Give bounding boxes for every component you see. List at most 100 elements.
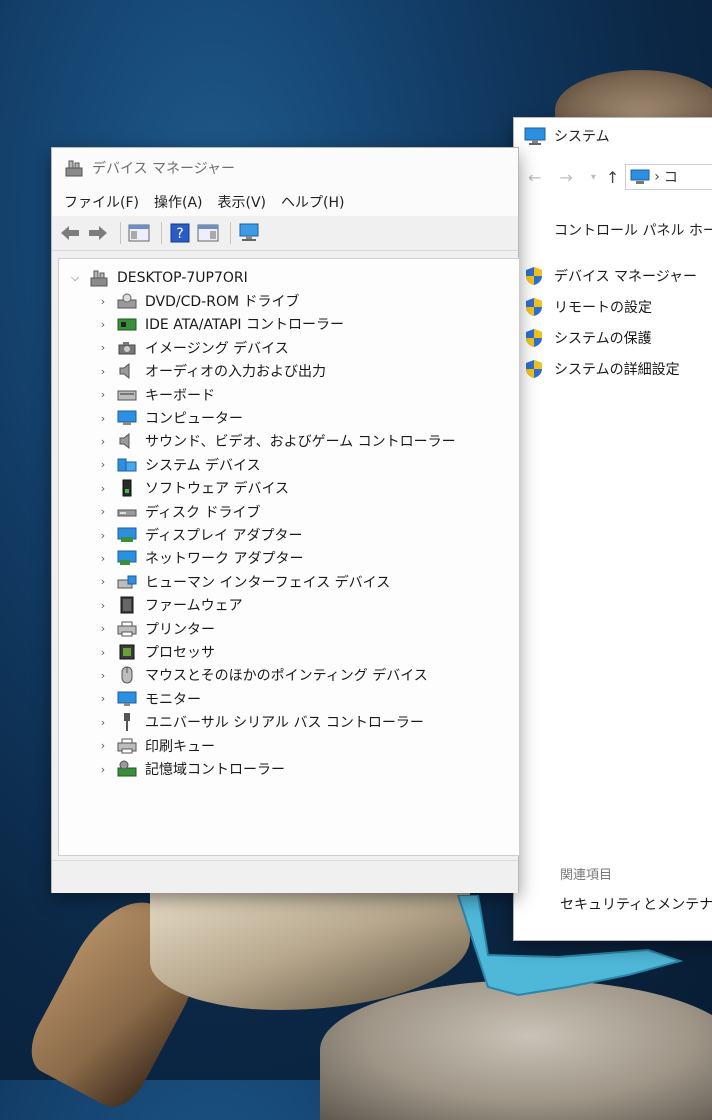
chevron-right-icon[interactable]: › xyxy=(97,758,109,780)
tree-node-category[interactable]: › ユニバーサル シリアル バス コントローラー xyxy=(97,711,424,733)
tree-node-category[interactable]: › ディスプレイ アダプター xyxy=(97,524,302,546)
category-label: キーボード xyxy=(145,387,215,404)
tree-node-category[interactable]: › キーボード xyxy=(97,384,215,406)
category-label: ディスプレイ アダプター xyxy=(145,528,303,544)
properties-button[interactable] xyxy=(196,221,220,245)
console-tree-icon xyxy=(128,224,150,242)
control-panel-home-link[interactable]: コントロール パネル ホーム xyxy=(554,220,712,240)
category-label: イメージング デバイス xyxy=(145,340,289,357)
chevron-right-icon[interactable]: › xyxy=(97,735,109,757)
chevron-right-icon[interactable]: › xyxy=(97,337,109,359)
scan-hardware-button[interactable] xyxy=(237,221,261,245)
forward-arrow-icon[interactable]: → xyxy=(559,168,572,187)
address-separator: › xyxy=(654,169,660,185)
tree-node-category[interactable]: › 記憶域コントローラー xyxy=(97,758,285,780)
chevron-right-icon[interactable]: › xyxy=(97,688,109,710)
storage-controller-icon xyxy=(117,760,137,778)
device-manager-window[interactable]: デバイス マネージャー ファイル(F) 操作(A) 表示(V) ヘルプ(H) ?… xyxy=(52,148,520,893)
tree-node-category[interactable]: › プロセッサ xyxy=(97,641,215,663)
menu-view[interactable]: 表示(V) xyxy=(214,192,278,212)
device-manager-titlebar[interactable]: デバイス マネージャー xyxy=(52,148,518,188)
mouse-icon xyxy=(117,666,137,684)
chevron-right-icon[interactable]: › xyxy=(97,618,109,640)
show-hide-console-button[interactable] xyxy=(127,221,151,245)
toolbar-separator xyxy=(120,222,121,244)
chevron-right-icon[interactable]: › xyxy=(97,501,109,523)
chevron-right-icon[interactable]: › xyxy=(97,454,109,476)
chevron-right-icon[interactable]: › xyxy=(97,407,109,429)
chevron-right-icon[interactable]: › xyxy=(97,313,109,335)
tree-node-category[interactable]: › ソフトウェア デバイス xyxy=(97,477,289,499)
computer-icon xyxy=(630,169,650,184)
chevron-right-icon[interactable]: › xyxy=(97,664,109,686)
sidebar-link-system-protection[interactable]: システムの保護 xyxy=(524,328,652,348)
category-label: プリンター xyxy=(145,621,215,638)
chevron-right-icon[interactable]: › xyxy=(97,571,109,593)
toolbar-separator xyxy=(230,222,231,244)
tree-node-category[interactable]: › オーディオの入力および出力 xyxy=(97,360,326,382)
tree-node-category[interactable]: › プリンター xyxy=(97,618,215,640)
up-arrow-icon[interactable]: ↑ xyxy=(606,168,619,187)
category-label: IDE ATA/ATAPI コントローラー xyxy=(145,317,345,334)
back-button[interactable] xyxy=(58,221,82,245)
chevron-right-icon[interactable]: › xyxy=(97,547,109,569)
category-label: 印刷キュー xyxy=(145,738,215,755)
display-adapter-icon xyxy=(117,526,137,544)
tree-node-category[interactable]: › ネットワーク アダプター xyxy=(97,547,303,569)
chevron-right-icon[interactable]: › xyxy=(97,477,109,499)
address-text: コ xyxy=(663,170,678,186)
category-label: プロセッサ xyxy=(145,645,215,661)
forward-button[interactable] xyxy=(86,221,110,245)
chevron-right-icon[interactable]: › xyxy=(97,290,109,312)
back-arrow-icon xyxy=(61,226,79,240)
back-arrow-icon[interactable]: ← xyxy=(528,168,541,187)
menu-help[interactable]: ヘルプ(H) xyxy=(277,192,355,212)
chevron-down-icon[interactable]: ⌵ xyxy=(69,267,81,289)
category-label: ヒューマン インターフェイス デバイス xyxy=(145,574,391,591)
chevron-right-icon[interactable]: › xyxy=(97,384,109,406)
system-window[interactable]: システム ← → ▾ ↑ › コ コントロール パネル ホーム デバイス マネー… xyxy=(514,118,712,940)
chevron-right-icon[interactable]: › xyxy=(97,430,109,452)
category-label: ファームウェア xyxy=(145,598,243,615)
tree-node-category[interactable]: › システム デバイス xyxy=(97,454,261,476)
chevron-right-icon[interactable]: › xyxy=(97,641,109,663)
sidebar-link-advanced-settings[interactable]: システムの詳細設定 xyxy=(524,359,680,379)
help-button[interactable]: ? xyxy=(168,221,192,245)
shield-icon xyxy=(526,329,542,347)
tree-node-category[interactable]: › ディスク ドライブ xyxy=(97,501,261,523)
security-maintenance-link[interactable]: セキュリティとメンテナンス xyxy=(560,894,712,914)
chevron-right-icon[interactable]: › xyxy=(97,360,109,382)
tree-node-category[interactable]: › ファームウェア xyxy=(97,594,243,616)
address-bar[interactable]: › コ xyxy=(625,164,712,190)
related-heading: 関連項目 xyxy=(560,868,613,883)
sidebar-link-remote-settings[interactable]: リモートの設定 xyxy=(524,297,652,317)
category-label: ディスク ドライブ xyxy=(145,504,261,521)
dvd-drive-icon xyxy=(117,292,137,310)
tree-node-category[interactable]: › マウスとそのほかのポインティング デバイス xyxy=(97,664,428,686)
menu-action[interactable]: 操作(A) xyxy=(150,192,214,212)
category-label: ネットワーク アダプター xyxy=(145,551,304,568)
chevron-right-icon[interactable]: › xyxy=(97,711,109,733)
firmware-icon xyxy=(117,596,137,614)
menu-file[interactable]: ファイル(F) xyxy=(60,192,150,212)
device-tree[interactable]: ⌵ DESKTOP-7UP7ORI › DVD/CD-ROM ドライブ › IDE A… xyxy=(58,258,520,856)
tree-node-category[interactable]: › コンピューター xyxy=(97,407,243,429)
category-label: ユニバーサル シリアル バス コントローラー xyxy=(145,715,424,732)
tree-node-category[interactable]: › DVD/CD-ROM ドライブ xyxy=(97,290,300,312)
toolbar-separator xyxy=(161,222,162,244)
chevron-right-icon[interactable]: › xyxy=(97,594,109,616)
tree-node-category[interactable]: › ヒューマン インターフェイス デバイス xyxy=(97,571,390,593)
printer-icon xyxy=(117,737,137,755)
sidebar-link-device-manager[interactable]: デバイス マネージャー xyxy=(524,266,697,286)
system-titlebar[interactable]: システム xyxy=(514,118,712,154)
ide-controller-icon xyxy=(117,315,137,333)
tree-root-computer[interactable]: ⌵ DESKTOP-7UP7ORI xyxy=(69,267,248,289)
tree-node-category[interactable]: › サウンド、ビデオ、およびゲーム コントローラー xyxy=(97,430,456,452)
network-adapter-icon xyxy=(117,549,137,567)
tree-node-category[interactable]: › イメージング デバイス xyxy=(97,337,289,359)
chevron-right-icon[interactable]: › xyxy=(97,524,109,546)
recent-dropdown-icon[interactable]: ▾ xyxy=(591,172,596,183)
tree-node-category[interactable]: › モニター xyxy=(97,688,201,710)
tree-node-category[interactable]: › 印刷キュー xyxy=(97,735,215,757)
tree-node-category[interactable]: › IDE ATA/ATAPI コントローラー xyxy=(97,313,344,335)
